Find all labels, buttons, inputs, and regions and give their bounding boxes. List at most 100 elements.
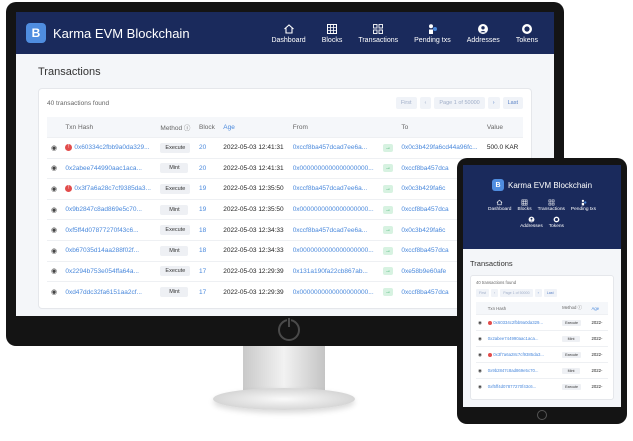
- nav-pending-txs[interactable]: Pending txs: [408, 23, 457, 44]
- tablet-col-age[interactable]: Age: [589, 302, 608, 315]
- eye-icon[interactable]: ◉: [51, 289, 57, 296]
- tablet-home-button[interactable]: [537, 410, 547, 420]
- txn-hash-link[interactable]: 0x2294b753e054ffa64a...: [65, 268, 139, 275]
- eye-icon[interactable]: ◉: [478, 368, 482, 373]
- table-row[interactable]: ◉ 0xd47ddc32fa6151aa2cf... Mint 17 2022-05-0…: [47, 281, 523, 303]
- tablet-first-page-button[interactable]: First: [476, 289, 489, 297]
- eye-icon[interactable]: ◉: [51, 227, 57, 234]
- table-row[interactable]: ◉ 0xb67035d14aa288f02f... Mint 18 2022-05-03…: [47, 239, 523, 262]
- txn-hash-link[interactable]: 0xf5ff4d07877270f43c6...: [65, 227, 138, 234]
- table-row[interactable]: ◉! 0x3f7a6a28c7cf9385da3... Execute 19 2022-…: [47, 178, 523, 200]
- direction-cell: →: [379, 157, 398, 179]
- table-row[interactable]: ◉! 0x60334c2fbb9a0da329... Execute 20 2022-0…: [47, 137, 523, 159]
- tablet-nav-addresses[interactable]: Addresses: [517, 216, 546, 229]
- age-cell: 2022-05-03 12:41:31: [219, 157, 289, 179]
- eye-icon[interactable]: ◉: [51, 207, 57, 214]
- table-row[interactable]: ◉ 0x9b2847c8ad869e5c70... Mint 19 2022-05-03…: [47, 198, 523, 220]
- tablet-nav-row-2: Addresses Tokens: [463, 216, 621, 229]
- from-address-link[interactable]: 0x131a190fa22cb867ab...: [288, 260, 380, 282]
- txn-hash-link[interactable]: 0x2abee744990aac1aca...: [65, 165, 142, 172]
- block-link[interactable]: 18: [195, 219, 220, 241]
- tablet-last-page-button[interactable]: Last: [543, 289, 557, 297]
- txn-hash-link[interactable]: 0x3f7a6a28c7cf9385da3...: [74, 186, 151, 193]
- eye-icon[interactable]: ◉: [51, 186, 57, 193]
- view-cell: ◉: [47, 178, 62, 200]
- from-address-link[interactable]: 0x0000000000000000000...: [288, 239, 380, 262]
- nav-blocks[interactable]: Blocks: [316, 23, 349, 44]
- block-link[interactable]: 20: [195, 137, 220, 159]
- block-link[interactable]: 19: [195, 198, 220, 220]
- block-link[interactable]: 18: [195, 239, 220, 262]
- tablet-nav-pending-txs[interactable]: Pending txs: [568, 199, 599, 212]
- to-address-link[interactable]: 0x0c3b429fa6cd44a96fc...: [397, 137, 483, 159]
- first-page-button[interactable]: First: [395, 97, 417, 109]
- next-page-button[interactable]: ›: [487, 97, 500, 109]
- from-address-link[interactable]: 0xccf8ba457dcad7ee6a...: [288, 137, 380, 159]
- txn-hash-link[interactable]: 0x60334c2fbb9a0da329...: [74, 144, 149, 151]
- tablet-txn-hash-link[interactable]: 0x60334c2fbb9a0da329...: [493, 320, 543, 325]
- from-address-link[interactable]: 0xccf8ba457dcad7ee6a...: [288, 178, 380, 200]
- tablet-nav-dashboard[interactable]: Dashboard: [485, 199, 514, 212]
- brand-logo: B: [26, 23, 46, 43]
- eye-icon[interactable]: ◉: [51, 268, 57, 275]
- brand-name: Karma EVM Blockchain: [53, 25, 190, 41]
- view-cell: ◉: [47, 239, 62, 262]
- tablet-next-page-button[interactable]: ›: [534, 289, 542, 297]
- error-icon: !: [65, 185, 73, 193]
- from-address-link[interactable]: 0xccf8ba457dcad7ee6a...: [288, 219, 380, 241]
- col-age[interactable]: Age: [219, 117, 289, 138]
- block-link[interactable]: 20: [195, 157, 220, 179]
- block-link[interactable]: 19: [195, 178, 220, 200]
- eye-icon[interactable]: ◉: [478, 336, 482, 341]
- from-address-link[interactable]: 0x0000000000000000000...: [288, 198, 380, 220]
- from-address-link[interactable]: 0x0000000000000000000...: [288, 157, 380, 179]
- eye-icon[interactable]: ◉: [51, 145, 57, 152]
- device-mockup: B Karma EVM Blockchain Dashboard Blocks Tr…: [0, 0, 633, 441]
- tablet-view-cell: ◉: [476, 378, 486, 395]
- tablet-txn-hash-link[interactable]: 0xf5ff4d07877270f43c6...: [488, 384, 536, 389]
- tablet-table-row[interactable]: ◉ 0x3f7a6a28c7cf9385da3... Execute 2022-: [476, 346, 608, 363]
- tablet-method-cell: Execute: [560, 314, 590, 331]
- nav-tokens[interactable]: Tokens: [510, 23, 544, 44]
- txn-hash-link[interactable]: 0xb67035d14aa288f02f...: [65, 247, 139, 254]
- nav-addresses[interactable]: Addresses: [461, 23, 506, 44]
- block-link[interactable]: 17: [195, 281, 220, 303]
- eye-icon[interactable]: ◉: [478, 320, 482, 325]
- last-page-button[interactable]: Last: [502, 97, 523, 109]
- tablet-method-cell: Execute: [560, 346, 590, 363]
- tablet-pagination: First ‹ Page 1 of 50000 › Last: [476, 289, 608, 297]
- grid-icon: [326, 23, 338, 35]
- tablet-table-row[interactable]: ◉ 0x9b2847c8ad869e5c70... Mint 2022-: [476, 362, 608, 379]
- brand[interactable]: B Karma EVM Blockchain: [26, 23, 190, 43]
- from-address-link[interactable]: 0x0000000000000000000...: [288, 281, 380, 303]
- tablet-nav-blocks[interactable]: Blocks: [514, 199, 534, 212]
- table-row[interactable]: ◉ 0x2294b753e054ffa64a... Execute 17 2022-05…: [47, 260, 523, 282]
- nav-label: Dashboard: [271, 36, 306, 44]
- prev-page-button[interactable]: ‹: [419, 97, 432, 109]
- txn-hash-link[interactable]: 0xd47ddc32fa6151aa2cf...: [65, 289, 142, 296]
- tablet-txn-hash-link[interactable]: 0x2abee744990aac1aca...: [488, 336, 539, 341]
- tablet-nav-tokens[interactable]: Tokens: [546, 216, 567, 229]
- table-row[interactable]: ◉ 0x2abee744990aac1aca... Mint 20 2022-05-03…: [47, 157, 523, 179]
- txn-hash-link[interactable]: 0x9b2847c8ad869e5c70...: [65, 206, 142, 213]
- tablet-brand[interactable]: B Karma EVM Blockchain: [463, 179, 621, 191]
- tablet-prev-page-button[interactable]: ‹: [491, 289, 499, 297]
- view-cell: ◉: [47, 260, 62, 282]
- power-icon: [278, 317, 300, 341]
- tablet-nav-transactions[interactable]: Transactions: [535, 199, 568, 212]
- nav-transactions[interactable]: Transactions: [352, 23, 404, 44]
- eye-icon[interactable]: ◉: [478, 352, 482, 357]
- tablet-txn-hash-link[interactable]: 0x3f7a6a28c7cf9385da3...: [493, 352, 544, 357]
- nav-dashboard[interactable]: Dashboard: [265, 23, 311, 44]
- eye-icon[interactable]: ◉: [51, 248, 57, 255]
- tablet-table-row[interactable]: ◉ 0xf5ff4d07877270f43c6... Execute 2022-: [476, 378, 608, 395]
- view-cell: ◉: [47, 157, 62, 179]
- eye-icon[interactable]: ◉: [478, 384, 482, 389]
- table-row[interactable]: ◉ 0xf5ff4d07877270f43c6... Execute 18 2022-0…: [47, 219, 523, 241]
- tablet-table-row[interactable]: ◉ 0x60334c2fbb9a0da329... Execute 2022-: [476, 314, 608, 331]
- navbar: B Karma EVM Blockchain Dashboard Blocks Tr…: [16, 12, 554, 54]
- tablet-txn-hash-link[interactable]: 0x9b2847c8ad869e5c70...: [488, 368, 539, 373]
- eye-icon[interactable]: ◉: [51, 165, 57, 172]
- tablet-table-row[interactable]: ◉ 0x2abee744990aac1aca... Mint 2022-: [476, 330, 608, 347]
- block-link[interactable]: 17: [195, 260, 220, 282]
